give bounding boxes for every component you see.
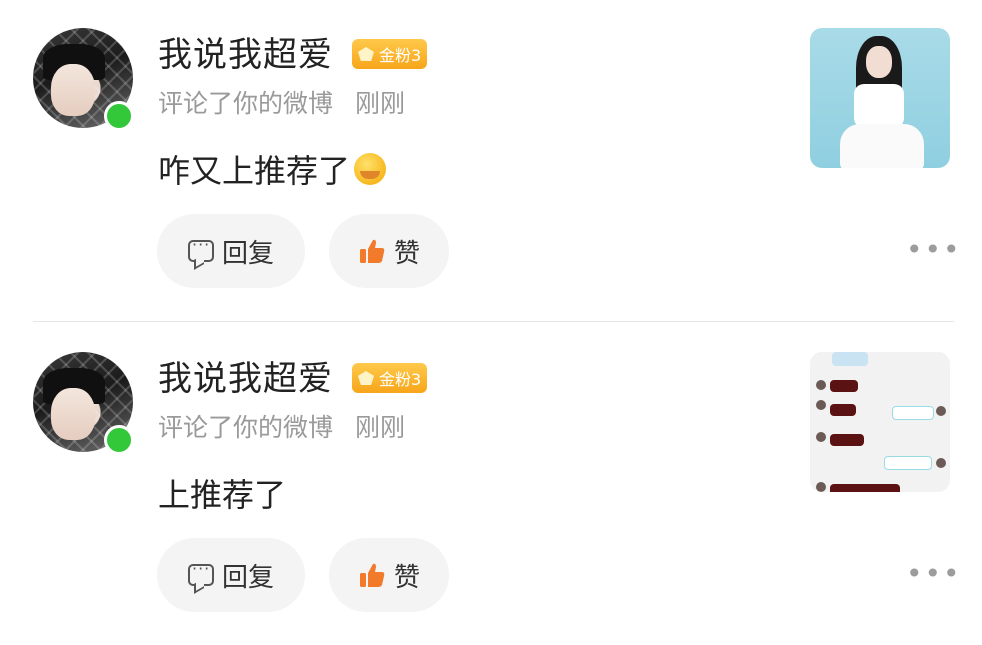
hehe-emoji-icon (354, 153, 387, 185)
comment-bubble-icon (187, 235, 214, 262)
notification-item[interactable]: 我说我超爱 金粉3 评论了你的微博刚刚 上推荐了 回复 赞 ••• (0, 324, 982, 645)
crown-icon (356, 368, 376, 388)
reply-button[interactable]: 回复 (157, 538, 305, 612)
thumbs-up-icon (359, 239, 385, 263)
notification-meta: 评论了你的微博 刚刚 (158, 84, 405, 120)
crown-icon (356, 44, 376, 64)
comment-text[interactable]: 上推荐了 (158, 470, 286, 516)
comment-body: 上推荐了 (158, 476, 287, 514)
fan-level-label: 金粉3 (379, 46, 422, 65)
more-options-icon[interactable]: ••• (906, 560, 962, 588)
avatar-face (51, 64, 95, 116)
timestamp: 刚刚 (355, 89, 406, 118)
fan-level-label: 金粉3 (379, 370, 422, 389)
action-text: 评论了你的微博 (158, 89, 334, 118)
reply-label: 回复 (221, 238, 274, 269)
fan-level-badge[interactable]: 金粉3 (352, 39, 428, 69)
fan-level-badge[interactable]: 金粉3 (352, 363, 428, 393)
timestamp: 刚刚 (355, 413, 406, 442)
comment-text[interactable]: 咋又上推荐了 (158, 146, 387, 192)
post-thumbnail[interactable] (810, 352, 950, 492)
like-label: 赞 (393, 238, 420, 269)
notification-meta: 评论了你的微博 刚刚 (158, 408, 405, 444)
more-options-icon[interactable]: ••• (906, 236, 962, 264)
like-button[interactable]: 赞 (329, 538, 449, 612)
post-thumbnail[interactable] (810, 28, 950, 168)
thumbs-up-icon (359, 563, 385, 587)
reply-label: 回复 (221, 562, 274, 593)
like-button[interactable]: 赞 (329, 214, 449, 288)
avatar-face (51, 388, 95, 440)
username[interactable]: 我说我超爱 (158, 357, 333, 401)
reply-button[interactable]: 回复 (157, 214, 305, 288)
like-label: 赞 (393, 562, 420, 593)
divider (33, 321, 954, 322)
action-text: 评论了你的微博 (158, 413, 334, 442)
notification-item[interactable]: 我说我超爱 金粉3 评论了你的微博刚刚 咋又上推荐了 回复 赞 ••• (0, 0, 982, 321)
comment-body: 咋又上推荐了 (158, 152, 351, 190)
online-status-icon (104, 101, 134, 131)
online-status-icon (104, 425, 134, 455)
username[interactable]: 我说我超爱 (158, 33, 333, 77)
comment-bubble-icon (187, 559, 214, 586)
